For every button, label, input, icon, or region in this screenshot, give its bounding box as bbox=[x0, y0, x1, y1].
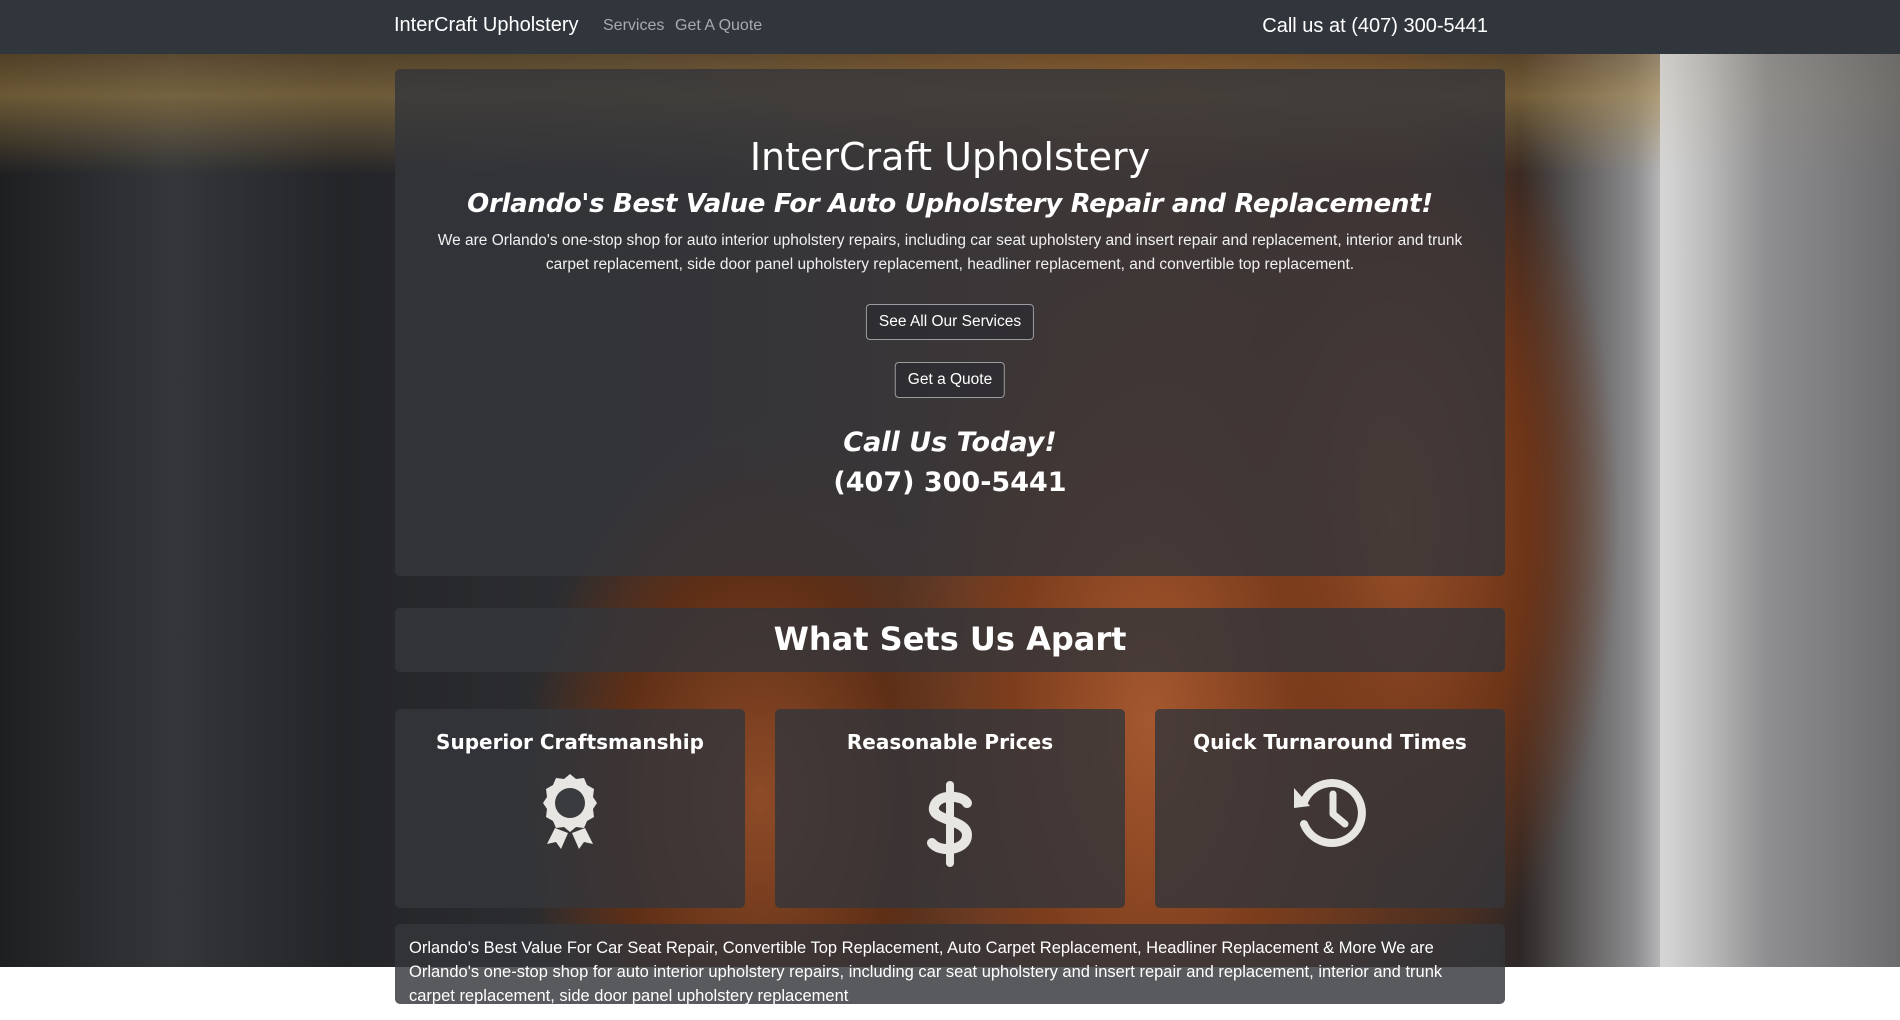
feature-card-craftsmanship: Superior Craftsmanship bbox=[395, 709, 745, 908]
brand-link[interactable]: InterCraft Upholstery bbox=[394, 14, 579, 37]
call-us-heading: Call Us Today! bbox=[843, 427, 1057, 458]
what-sets-us-apart-banner: What Sets Us Apart bbox=[395, 608, 1505, 672]
dollar-sign-icon bbox=[925, 781, 975, 871]
intro-text-panel: Orlando's Best Value For Car Seat Repair… bbox=[395, 924, 1505, 1005]
intro-text: Orlando's Best Value For Car Seat Repair… bbox=[409, 939, 1443, 1005]
hero-phone-number[interactable]: (407) 300-5441 bbox=[395, 467, 1505, 498]
history-clock-icon bbox=[1290, 772, 1370, 856]
feature-card-prices: Reasonable Prices bbox=[775, 709, 1125, 908]
see-all-services-button[interactable]: See All Our Services bbox=[865, 304, 1035, 340]
get-a-quote-button[interactable]: Get a Quote bbox=[894, 362, 1006, 398]
hero-description: We are Orlando's one-stop shop for auto … bbox=[437, 232, 1463, 273]
section-heading: What Sets Us Apart bbox=[773, 620, 1127, 658]
hero-panel: InterCraft Upholstery Orlando's Best Val… bbox=[395, 69, 1505, 576]
feature-title: Quick Turnaround Times bbox=[1193, 730, 1467, 754]
nav-phone-number[interactable]: Call us at (407) 300-5441 bbox=[1262, 15, 1488, 38]
award-ribbon-icon bbox=[539, 772, 601, 854]
feature-title: Reasonable Prices bbox=[846, 730, 1054, 754]
feature-title: Superior Craftsmanship bbox=[436, 730, 704, 754]
nav-link-services[interactable]: Services bbox=[603, 17, 664, 35]
nav-link-get-a-quote[interactable]: Get A Quote bbox=[675, 17, 762, 35]
top-navbar: InterCraft Upholstery Services Get A Quo… bbox=[0, 0, 1900, 54]
hero-subtitle: Orlando's Best Value For Auto Upholstery… bbox=[467, 189, 1433, 219]
hero-title: InterCraft Upholstery bbox=[749, 135, 1151, 179]
feature-card-turnaround: Quick Turnaround Times bbox=[1155, 709, 1505, 908]
